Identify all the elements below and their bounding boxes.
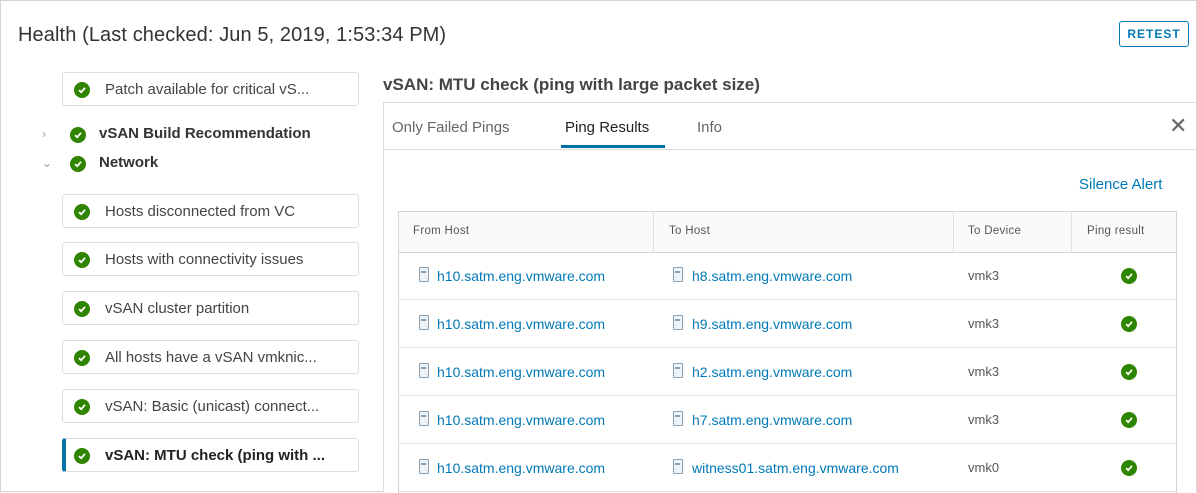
- check-circle-icon: [74, 399, 90, 415]
- host-icon: [673, 267, 683, 282]
- tree-item-patch[interactable]: Patch available for critical vS...: [62, 72, 359, 106]
- from-host-link[interactable]: h10.satm.eng.vmware.com: [437, 460, 605, 476]
- host-icon: [419, 267, 429, 282]
- tree-item-cluster-partition[interactable]: vSAN cluster partition: [62, 291, 359, 325]
- host-icon: [419, 411, 429, 426]
- host-icon: [673, 363, 683, 378]
- tree-item-basic-connectivity[interactable]: vSAN: Basic (unicast) connect...: [62, 389, 359, 423]
- table-row: h10.satm.eng.vmware.com h9.satm.eng.vmwa…: [399, 300, 1176, 348]
- from-host-link[interactable]: h10.satm.eng.vmware.com: [437, 268, 605, 284]
- check-circle-icon: [1121, 412, 1137, 428]
- active-tab-indicator: [561, 145, 665, 148]
- table-row: h10.satm.eng.vmware.com h2.satm.eng.vmwa…: [399, 348, 1176, 396]
- tab-ping-results[interactable]: Ping Results: [565, 119, 649, 136]
- tree-item-label: Hosts disconnected from VC: [105, 203, 296, 220]
- column-header-from-host[interactable]: From Host: [413, 225, 469, 237]
- check-circle-icon: [74, 252, 90, 268]
- column-divider: [953, 212, 954, 252]
- host-icon: [673, 315, 683, 330]
- close-icon[interactable]: ✕: [1169, 115, 1187, 137]
- tree-item-vmknic[interactable]: All hosts have a vSAN vmknic...: [62, 340, 359, 374]
- tree-node-label: Network: [99, 154, 159, 171]
- check-circle-icon: [1121, 364, 1137, 380]
- check-circle-icon: [1121, 460, 1137, 476]
- tree-item-hosts-disconnected[interactable]: Hosts disconnected from VC: [62, 194, 359, 228]
- check-circle-icon: [74, 350, 90, 366]
- grid-header: From Host To Host To Device Ping result: [399, 212, 1176, 253]
- from-host-link[interactable]: h10.satm.eng.vmware.com: [437, 364, 605, 380]
- to-device: vmk3: [968, 268, 1000, 283]
- to-host-link[interactable]: h8.satm.eng.vmware.com: [692, 268, 852, 284]
- to-host-link[interactable]: h2.satm.eng.vmware.com: [692, 364, 852, 380]
- column-divider: [653, 212, 654, 252]
- host-icon: [419, 315, 429, 330]
- check-circle-icon: [70, 127, 86, 143]
- detail-panel: Only Failed Pings Ping Results Info ✕ Si…: [383, 102, 1197, 493]
- silence-alert-link[interactable]: Silence Alert: [1079, 176, 1162, 193]
- ping-results-grid: From Host To Host To Device Ping result …: [398, 211, 1177, 493]
- column-divider: [1071, 212, 1072, 252]
- chevron-right-icon[interactable]: ›: [42, 127, 46, 141]
- to-device: vmk3: [968, 316, 1000, 331]
- tree-item-label: vSAN: MTU check (ping with ...: [105, 447, 326, 464]
- host-icon: [673, 459, 683, 474]
- check-circle-icon: [74, 204, 90, 220]
- to-device: vmk3: [968, 364, 1000, 379]
- from-host-link[interactable]: h10.satm.eng.vmware.com: [437, 316, 605, 332]
- tree-item-label: All hosts have a vSAN vmknic...: [105, 349, 317, 366]
- host-icon: [419, 459, 429, 474]
- column-header-to-host[interactable]: To Host: [669, 225, 710, 237]
- detail-title: vSAN: MTU check (ping with large packet …: [383, 75, 760, 94]
- tree-item-label: vSAN cluster partition: [105, 300, 250, 317]
- column-header-ping-result[interactable]: Ping result: [1087, 225, 1145, 237]
- table-row: h10.satm.eng.vmware.com h8.satm.eng.vmwa…: [399, 252, 1176, 300]
- host-icon: [673, 411, 683, 426]
- check-circle-icon: [74, 301, 90, 317]
- column-header-to-device[interactable]: To Device: [968, 225, 1021, 237]
- from-host-link[interactable]: h10.satm.eng.vmware.com: [437, 412, 605, 428]
- tree-item-mtu-check[interactable]: vSAN: MTU check (ping with ...: [62, 438, 359, 472]
- table-row: h10.satm.eng.vmware.com h7.satm.eng.vmwa…: [399, 396, 1176, 444]
- to-host-link[interactable]: h7.satm.eng.vmware.com: [692, 412, 852, 428]
- to-device: vmk0: [968, 460, 1000, 475]
- chevron-down-icon[interactable]: ⌄: [42, 156, 52, 170]
- tab-info[interactable]: Info: [697, 119, 722, 136]
- to-host-link[interactable]: witness01.satm.eng.vmware.com: [692, 460, 899, 476]
- to-device: vmk3: [968, 412, 1000, 427]
- tab-bar: Only Failed Pings Ping Results Info ✕: [384, 103, 1197, 150]
- check-circle-icon: [70, 156, 86, 172]
- tab-only-failed-pings[interactable]: Only Failed Pings: [392, 119, 510, 136]
- retest-button[interactable]: RETEST: [1119, 21, 1189, 47]
- tree-item-label: Hosts with connectivity issues: [105, 251, 304, 268]
- check-circle-icon: [74, 448, 90, 464]
- tree-item-label: Patch available for critical vS...: [105, 81, 310, 98]
- host-icon: [419, 363, 429, 378]
- tree-node-label: vSAN Build Recommendation: [99, 125, 311, 142]
- tree-item-label: vSAN: Basic (unicast) connect...: [105, 398, 320, 415]
- table-row: h10.satm.eng.vmware.com witness01.satm.e…: [399, 444, 1176, 492]
- check-circle-icon: [1121, 268, 1137, 284]
- tree-item-connectivity-issues[interactable]: Hosts with connectivity issues: [62, 242, 359, 276]
- check-circle-icon: [74, 82, 90, 98]
- check-circle-icon: [1121, 316, 1137, 332]
- page-title: Health (Last checked: Jun 5, 2019, 1:53:…: [18, 24, 447, 46]
- to-host-link[interactable]: h9.satm.eng.vmware.com: [692, 316, 852, 332]
